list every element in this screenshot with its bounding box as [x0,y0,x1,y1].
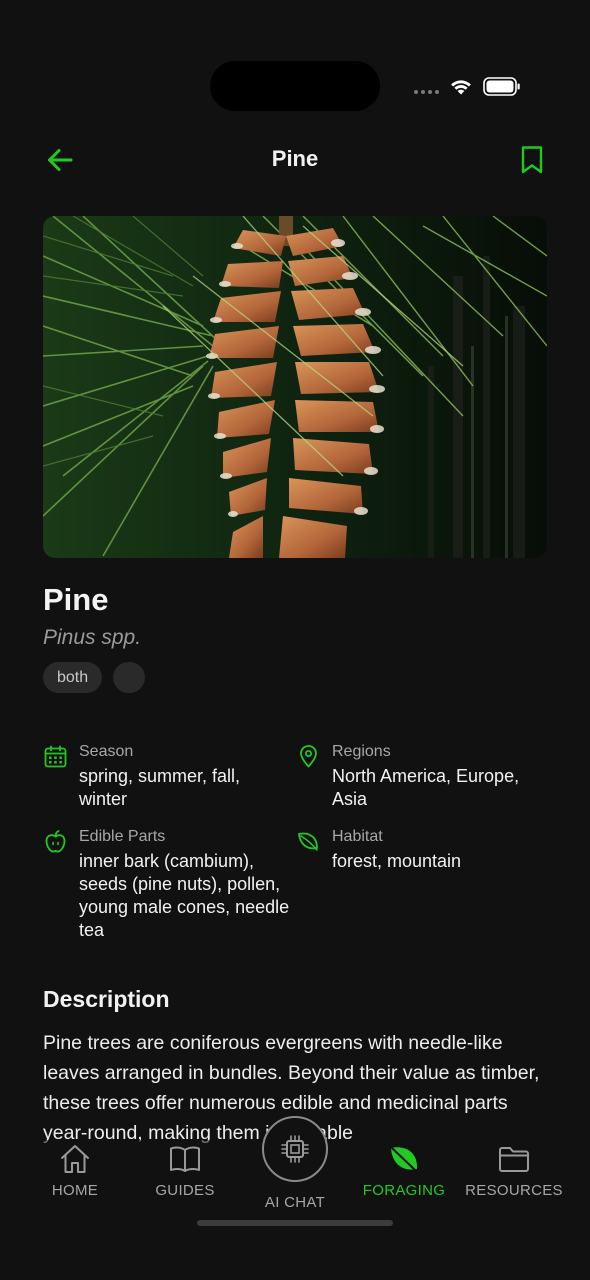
tab-foraging-label: FORAGING [362,1182,446,1199]
dynamic-island [210,61,380,111]
tab-ai-chat-label: AI CHAT [264,1194,326,1211]
tag-chip [113,662,146,693]
map-pin-icon [300,745,317,768]
tag-chip: both [43,662,103,693]
home-icon [61,1145,89,1173]
habitat-info: Habitat forest, mountain [296,827,556,873]
battery-icon [483,77,520,96]
wifi-icon [451,80,471,95]
regions-value: North America, Europe, Asia [332,766,520,809]
leaf-outline-icon [298,832,318,851]
season-info: Season spring, summer, fall, winter [43,742,288,811]
tab-home-label: HOME [51,1182,99,1199]
tab-home[interactable]: HOME [25,1142,125,1199]
tab-guides[interactable]: GUIDES [135,1142,235,1199]
page-title: Pine [271,146,319,171]
tab-resources[interactable]: RESOURCES [464,1142,564,1199]
chip-icon [281,1135,309,1163]
plant-detail-screen: Pine Pine Pinus spp. both Season spring,… [0,0,590,1280]
folder-icon [499,1147,529,1172]
book-icon [170,1146,200,1172]
description-heading: Description [43,986,170,1012]
plant-photo [43,216,547,558]
apple-icon [45,830,66,853]
habitat-value: forest, mountain [332,851,462,871]
bookmark-icon [521,146,543,174]
leaf-icon [389,1145,419,1174]
regions-label: Regions [332,743,391,760]
bookmark-button[interactable] [515,142,549,178]
habitat-label: Habitat [332,828,383,845]
signal-icon [414,90,439,94]
tab-ai-chat[interactable] [262,1116,328,1182]
home-indicator [197,1220,393,1226]
regions-info: Regions North America, Europe, Asia [296,742,556,811]
plant-name: Pine [43,582,109,617]
scientific-name: Pinus spp. [43,626,142,649]
tab-foraging[interactable]: FORAGING [354,1142,454,1199]
tab-guides-label: GUIDES [155,1182,215,1199]
tag-list: both [43,662,146,693]
edible-parts-info: Edible Parts inner bark (cambium), seeds… [43,827,293,942]
edible-parts-label: Edible Parts [79,828,166,845]
tab-resources-label: RESOURCES [465,1182,563,1199]
calendar-icon [44,745,67,768]
season-label: Season [79,743,134,760]
season-value: spring, summer, fall, winter [79,766,241,809]
edible-parts-value: inner bark (cambium), seeds (pine nuts),… [79,851,290,940]
